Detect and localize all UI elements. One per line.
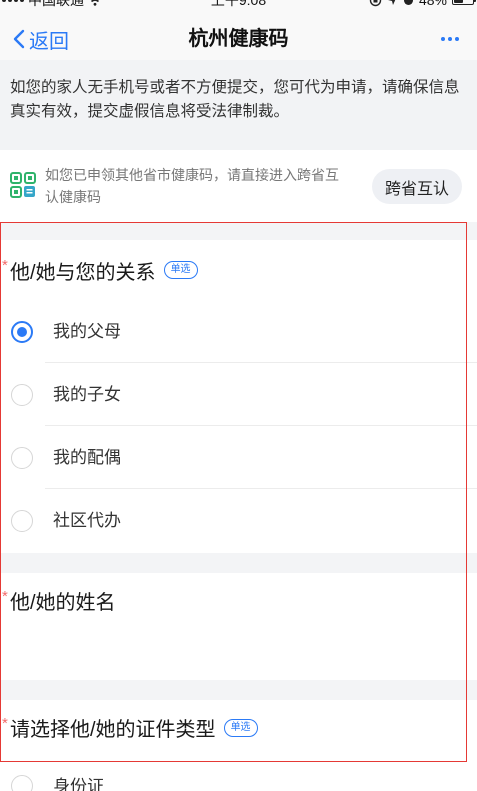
- back-button[interactable]: 返回: [12, 18, 69, 60]
- radio-icon[interactable]: [11, 320, 33, 343]
- more-button[interactable]: [441, 18, 459, 60]
- battery-percent: 48%: [418, 0, 447, 8]
- relationship-header: * 他/她与您的关系 单选: [0, 240, 477, 300]
- battery-fill: [454, 0, 463, 3]
- cross-province-button[interactable]: 跨省互认: [372, 169, 462, 204]
- option-label: 我的配偶: [53, 448, 121, 467]
- page-title: 杭州健康码: [188, 28, 289, 50]
- nav-bar: 返回 杭州健康码: [0, 18, 477, 60]
- radio-icon[interactable]: [11, 775, 33, 791]
- radio-icon[interactable]: [11, 383, 33, 406]
- relationship-section: * 他/她与您的关系 单选 我的父母 我的子女 我的配偶 社区代办: [0, 240, 477, 553]
- notice-text: 如您的家人无手机号或者不方便提交，您可代为申请，请确保信息真实有效，提交虚假信息…: [10, 79, 460, 120]
- notice-banner: 如您的家人无手机号或者不方便提交，您可代为申请，请确保信息真实有效，提交虚假信息…: [0, 60, 477, 150]
- id-type-header: * 请选择他/她的证件类型 单选: [0, 700, 477, 755]
- battery-icon: [452, 0, 476, 5]
- screen: 中国联通 上午9:08 48% 返回 杭州健康码 如您的家人无手机号或者不方便提…: [0, 0, 477, 791]
- cross-province-text: 如您已申领其他省市健康码，请直接进入跨省互认健康码: [45, 167, 339, 205]
- option-children[interactable]: 我的子女: [0, 363, 477, 426]
- status-bar: 中国联通 上午9:08 48%: [0, 0, 477, 18]
- chevron-left-icon: [13, 29, 25, 49]
- alarm-icon: [403, 0, 413, 5]
- back-label: 返回: [29, 30, 69, 53]
- status-right: 48%: [369, 0, 476, 12]
- orientation-lock-icon: [369, 0, 382, 6]
- option-label: 社区代办: [53, 511, 121, 530]
- more-icon: [441, 37, 459, 41]
- option-label: 我的父母: [53, 322, 121, 341]
- required-mark: *: [2, 588, 8, 605]
- cross-province-card: 如您已申领其他省市健康码，请直接进入跨省互认健康码 跨省互认: [0, 150, 477, 222]
- radio-icon[interactable]: [11, 510, 33, 532]
- single-choice-tag: 单选: [163, 261, 198, 279]
- required-mark: *: [2, 715, 8, 732]
- location-icon: [389, 0, 395, 5]
- id-type-label: 请选择他/她的证件类型: [10, 719, 216, 741]
- single-choice-tag: 单选: [223, 718, 258, 737]
- health-code-icon: [10, 172, 36, 198]
- option-community[interactable]: 社区代办: [0, 489, 477, 553]
- relationship-label: 他/她与您的关系: [10, 261, 156, 284]
- status-bar-content: 中国联通 上午9:08 48%: [0, 0, 477, 12]
- name-section: * 他/她的姓名: [0, 573, 477, 680]
- name-header: * 他/她的姓名: [0, 573, 477, 628]
- option-label: 我的子女: [53, 385, 121, 404]
- name-input[interactable]: [0, 628, 477, 680]
- option-label: 身份证: [53, 777, 104, 791]
- name-label: 他/她的姓名: [10, 592, 116, 614]
- option-parents[interactable]: 我的父母: [0, 300, 477, 363]
- option-spouse[interactable]: 我的配偶: [0, 426, 477, 489]
- id-type-section: * 请选择他/她的证件类型 单选 身份证: [0, 700, 477, 791]
- option-id-card[interactable]: 身份证: [0, 755, 477, 791]
- required-mark: *: [2, 257, 8, 274]
- radio-icon[interactable]: [11, 446, 33, 469]
